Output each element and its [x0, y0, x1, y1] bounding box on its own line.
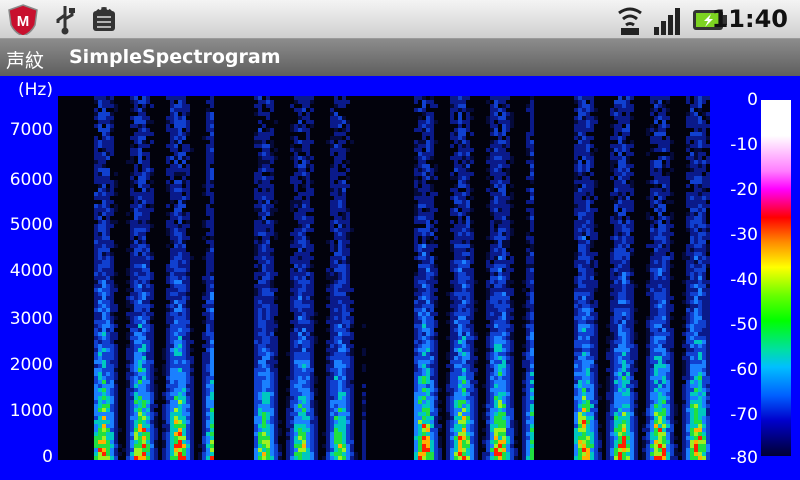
- app-title: SimpleSpectrogram: [69, 46, 281, 68]
- y-tick-label: 5000: [9, 215, 53, 235]
- y-tick-label: 0: [42, 447, 53, 467]
- y-tick-label: 3000: [9, 309, 53, 329]
- title-jp-label: 声紋: [6, 50, 45, 72]
- usb-icon: [56, 6, 75, 35]
- wifi-icon: [618, 7, 642, 35]
- colorbar-tick-label: -10: [730, 135, 758, 155]
- y-tick-label: 2000: [9, 355, 53, 375]
- y-tick-label: 4000: [9, 261, 53, 281]
- android-debug-icon: [93, 7, 115, 31]
- colorbar-tick-label: -70: [730, 405, 758, 425]
- colorbar-tick-label: -60: [730, 360, 758, 380]
- app-title-bar: 声紋 SimpleSpectrogram: [0, 39, 800, 76]
- y-tick-label: 6000: [9, 170, 53, 190]
- spectrogram-panel: (Hz) 7000 6000 5000 4000 3000 2000 1000 …: [0, 76, 800, 480]
- colorbar-tick-label: -50: [730, 315, 758, 335]
- spectrogram-image: [94, 96, 710, 460]
- colorbar-tick-label: -40: [730, 270, 758, 290]
- colorbar-tick-label: 0: [747, 90, 758, 110]
- svg-text:M: M: [17, 13, 30, 30]
- spectrogram-plot[interactable]: [58, 96, 710, 460]
- mcafee-shield-icon: M: [8, 4, 38, 35]
- colorbar-scale: [761, 100, 791, 456]
- signal-bars-icon: [654, 8, 680, 35]
- y-tick-label: 7000: [9, 120, 53, 140]
- status-clock: 11:40: [711, 5, 788, 33]
- status-bar: M 11:40: [0, 0, 800, 39]
- colorbar-tick-label: -80: [730, 448, 758, 468]
- colorbar-tick-label: -20: [730, 180, 758, 200]
- y-axis-unit: (Hz): [18, 80, 53, 100]
- y-tick-label: 1000: [9, 401, 53, 421]
- colorbar-tick-label: -30: [730, 225, 758, 245]
